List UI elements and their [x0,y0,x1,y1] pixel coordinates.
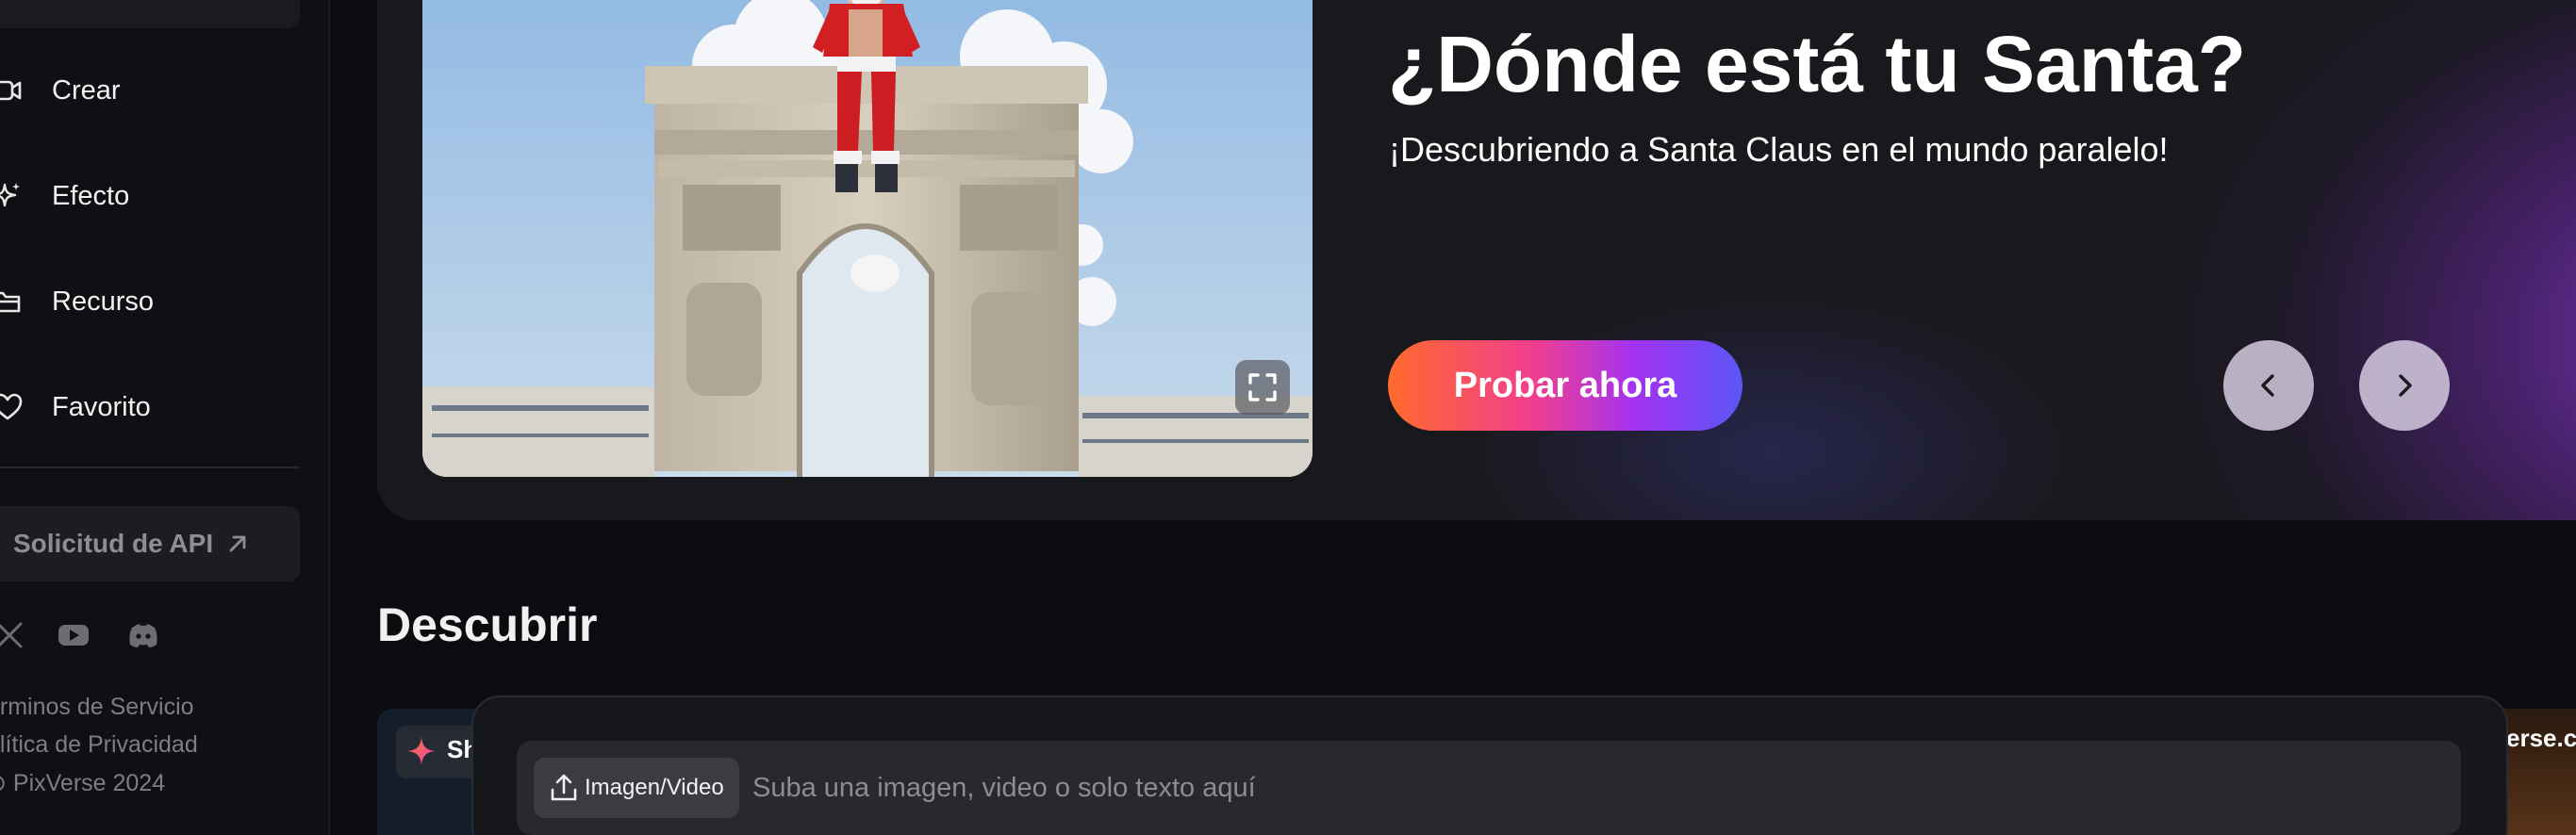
sidebar-item-label: Crear [52,74,121,106]
prompt-input[interactable] [752,758,2440,818]
sidebar-divider [0,467,300,468]
hero-image [422,0,1313,477]
hero-banner: ¿Dónde está tu Santa? ¡Descubriendo a Sa… [377,0,2576,520]
hero-subtitle: ¡Descubriendo a Santa Claus en el mundo … [1389,130,2169,169]
discord-icon[interactable] [126,618,160,652]
sidebar-item-efecto[interactable]: Efecto [0,168,311,224]
sidebar: Crear Efecto Recurso Favorito Solicitud … [0,0,330,835]
sidebar-item-recurso[interactable]: Recurso [0,273,311,330]
sidebar-item-favorito[interactable]: Favorito [0,379,311,435]
arrow-up-right-icon [229,535,246,552]
x-icon[interactable] [0,618,26,652]
sidebar-item-label: Favorito [52,391,151,422]
discover-heading: Descubrir [377,598,598,651]
sidebar-item-label: Recurso [52,286,154,317]
fullscreen-icon[interactable] [1235,360,1290,415]
sidebar-item-crear[interactable]: Crear [0,62,311,119]
chevron-right-icon [2399,374,2412,397]
privacy-link[interactable]: olítica de Privacidad [0,731,198,759]
try-now-button[interactable]: Probar ahora [1388,340,1742,431]
folder-icon [0,291,21,313]
card-watermark-text: erse.c [2506,724,2576,752]
api-request-label: Solicitud de API [13,529,214,558]
upload-image-video-button[interactable]: Imagen/Video [534,758,739,818]
chevron-left-icon [2261,374,2274,397]
carousel-next-button[interactable] [2359,340,2450,431]
sidebar-top-box[interactable] [0,0,300,28]
api-request-button[interactable]: Solicitud de API [0,506,300,581]
carousel-prev-button[interactable] [2223,340,2314,431]
copyright-text: ⊙ PixVerse 2024 [0,770,166,796]
terms-link[interactable]: érminos de Servicio [0,694,194,721]
hero-video[interactable] [422,0,1313,477]
sparkle-icon [0,183,20,207]
sidebar-item-label: Efecto [52,180,130,211]
upload-icon [551,774,577,801]
heart-icon [0,393,23,420]
youtube-icon[interactable] [57,618,91,652]
hero-title: ¿Dónde está tu Santa? [1388,20,2247,108]
try-now-label: Probar ahora [1453,365,1677,405]
upload-label: Imagen/Video [585,775,724,800]
video-camera-icon [0,80,22,101]
sparkle-icon [407,737,436,765]
